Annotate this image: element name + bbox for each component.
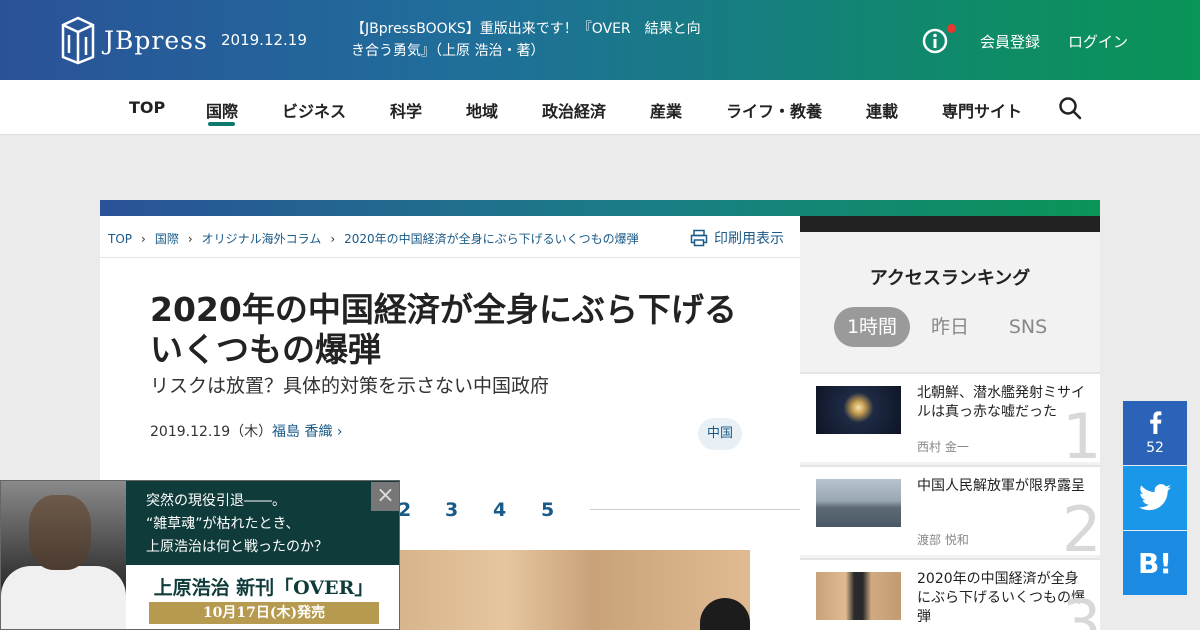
book-advertisement[interactable]: 突然の現役引退――。 “雑草魂”が枯れたとき、 上原浩治は何と戦ったのか？ 上原… (0, 480, 400, 630)
nav-item-politics-economy[interactable]: 政治経済 (542, 98, 606, 122)
nav-item-business[interactable]: ビジネス (282, 98, 346, 122)
page-link-4[interactable]: 4 (493, 499, 506, 521)
ranking-item-author: 西村 金一 (917, 440, 969, 454)
ranking-thumbnail (816, 479, 901, 527)
header-notice-link[interactable]: 【JBpressBOOKS】重版出来です！『OVER 結果と向き合う勇気』（上原… (351, 18, 711, 62)
info-icon[interactable] (922, 28, 948, 54)
ad-copy-line: 突然の現役引退――。 (146, 493, 286, 509)
logo-text: JBpress (104, 25, 208, 55)
ranking-thumbnail (816, 572, 901, 620)
article-date: 2019.12.19（木） (150, 424, 273, 440)
search-icon[interactable] (1058, 96, 1082, 120)
ranking-item[interactable]: 中国人民解放軍が限界露呈 渡部 悦和 2 (800, 465, 1100, 555)
close-icon[interactable]: × (371, 482, 399, 511)
chevron-right-icon: › (141, 231, 146, 246)
chevron-right-icon: › (187, 231, 193, 246)
facebook-icon (1150, 411, 1162, 434)
twitter-bird-icon (1139, 484, 1171, 511)
ranking-thumbnail (816, 386, 901, 434)
nav-active-indicator (208, 122, 235, 126)
author-link[interactable]: 福島 香織 › (272, 421, 343, 441)
pager-divider (590, 509, 800, 510)
ad-book-panel: 上原浩治 新刊「OVER」 10月17日(木)発売 (126, 565, 399, 629)
ad-copy: 突然の現役引退――。 “雑草魂”が枯れたとき、 上原浩治は何と戦ったのか？ (146, 490, 376, 559)
main-nav: TOP 国際 ビジネス 科学 地域 政治経済 産業 ライフ・教養 連載 専門サイ… (0, 80, 1200, 135)
ad-release-date: 10月17日(木)発売 (149, 602, 379, 624)
section-gradient-bar (100, 200, 1100, 216)
page-link-5[interactable]: 5 (541, 499, 554, 521)
ranking-tab-yesterday[interactable]: 昨日 (918, 307, 982, 347)
ranking-item[interactable]: 北朝鮮、潜水艦発射ミサイルは真っ赤な嘘だった 西村 金一 1 (800, 372, 1100, 462)
author-name: 福島 香織 (272, 424, 333, 440)
printer-icon (690, 229, 708, 247)
article-photo (400, 550, 750, 630)
page-link-3[interactable]: 3 (445, 499, 458, 521)
nav-item-international[interactable]: 国際 (206, 98, 238, 122)
ranking-number: 2 (1062, 493, 1100, 556)
facebook-share-count: 52 (1146, 440, 1164, 456)
ranking-tab-sns[interactable]: SNS (995, 307, 1061, 347)
ranking-sidebar: アクセスランキング 1時間 昨日 SNS 北朝鮮、潜水艦発射ミサイルは真っ赤な嘘… (800, 232, 1100, 630)
chevron-right-icon: › (336, 424, 343, 440)
hatena-bookmark-icon: B! (1137, 547, 1173, 580)
article-title: 2020年の中国経済が全身にぶら下げるいくつもの爆弾 (150, 290, 737, 369)
ad-book-title: 上原浩治 新刊「OVER」 (153, 577, 374, 599)
chevron-right-icon: › (330, 231, 336, 246)
logo-cube-icon (61, 16, 95, 65)
ranking-number: 1 (1062, 400, 1100, 463)
breadcrumb: TOP › 国際 › オリジナル海外コラム › 2020年の中国経済が全身にぶら… (108, 230, 639, 247)
header-date: 2019.12.19 (221, 31, 307, 49)
facebook-share-button[interactable]: 52 (1123, 401, 1187, 465)
breadcrumb-current[interactable]: 2020年の中国経済が全身にぶら下げるいくつもの爆弾 (344, 230, 639, 247)
article-subtitle: リスクは放置？具体的対策を示さない中国政府 (150, 375, 550, 397)
category-tag[interactable]: 中国 (698, 418, 742, 450)
ad-copy-line: 上原浩治は何と戦ったのか？ (146, 539, 328, 555)
site-header: JBpress 2019.12.19 【JBpressBOOKS】重版出来です！… (0, 0, 1200, 80)
breadcrumb-top[interactable]: TOP (108, 232, 132, 246)
ad-photo (1, 481, 126, 629)
print-label: 印刷用表示 (714, 231, 784, 247)
breadcrumb-column[interactable]: オリジナル海外コラム (202, 230, 322, 247)
ad-copy-line: “雑草魂”が枯れたとき、 (146, 516, 300, 532)
nav-item-science[interactable]: 科学 (390, 98, 422, 122)
nav-item-series[interactable]: 連載 (866, 98, 898, 122)
ad-photo-face (29, 495, 91, 570)
breadcrumb-international[interactable]: 国際 (155, 230, 179, 247)
ranking-number: 3 (1062, 586, 1100, 630)
photo-subject (700, 598, 750, 630)
member-register-link[interactable]: 会員登録 (980, 31, 1040, 52)
divider (100, 257, 800, 258)
nav-item-special-sites[interactable]: 専門サイト (942, 98, 1022, 122)
nav-item-life-culture[interactable]: ライフ・教養 (726, 98, 822, 122)
ranking-item-author: 渡部 悦和 (917, 533, 969, 547)
ad-photo-shirt (1, 566, 126, 629)
print-view-button[interactable]: 印刷用表示 (690, 228, 784, 248)
notification-dot (947, 24, 956, 33)
hatena-bookmark-button[interactable]: B! (1123, 531, 1187, 595)
twitter-share-button[interactable] (1123, 466, 1187, 530)
login-link[interactable]: ログイン (1068, 31, 1128, 52)
nav-item-top[interactable]: TOP (129, 98, 165, 117)
ranking-tab-1hour[interactable]: 1時間 (834, 307, 910, 347)
ranking-item[interactable]: 2020年の中国経済が全身にぶら下げるいくつもの爆弾 3 (800, 558, 1100, 630)
nav-item-region[interactable]: 地域 (466, 98, 498, 122)
site-logo[interactable]: JBpress (60, 15, 208, 65)
nav-item-industry[interactable]: 産業 (650, 98, 682, 122)
sidebar-top-bar (800, 216, 1100, 232)
ranking-title: アクセスランキング (869, 268, 1031, 289)
